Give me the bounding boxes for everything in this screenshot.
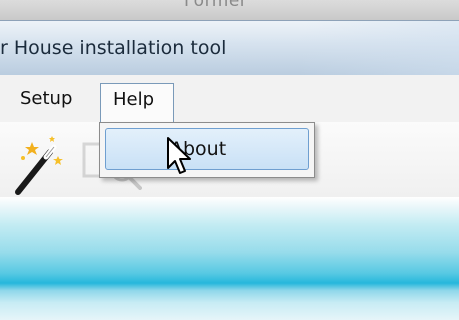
background-window: Former — [0, 0, 459, 22]
menu-help[interactable]: Help — [100, 83, 174, 123]
menu-item-about[interactable]: About — [105, 128, 309, 170]
title-bar-glow — [299, 21, 459, 76]
cyan-gradient-band — [0, 197, 459, 320]
title-bar[interactable]: r House installation tool — [0, 20, 459, 76]
background-window-title: Former — [184, 0, 248, 11]
help-dropdown-menu: About — [99, 122, 315, 178]
menu-setup[interactable]: Setup — [14, 83, 78, 115]
window-title: r House installation tool — [0, 37, 227, 59]
screen: Former r House installation tool Setup H… — [0, 0, 459, 320]
menu-bar: Setup Help — [0, 75, 459, 123]
magic-wand-icon[interactable] — [10, 130, 70, 200]
mouse-cursor-icon — [167, 137, 191, 174]
